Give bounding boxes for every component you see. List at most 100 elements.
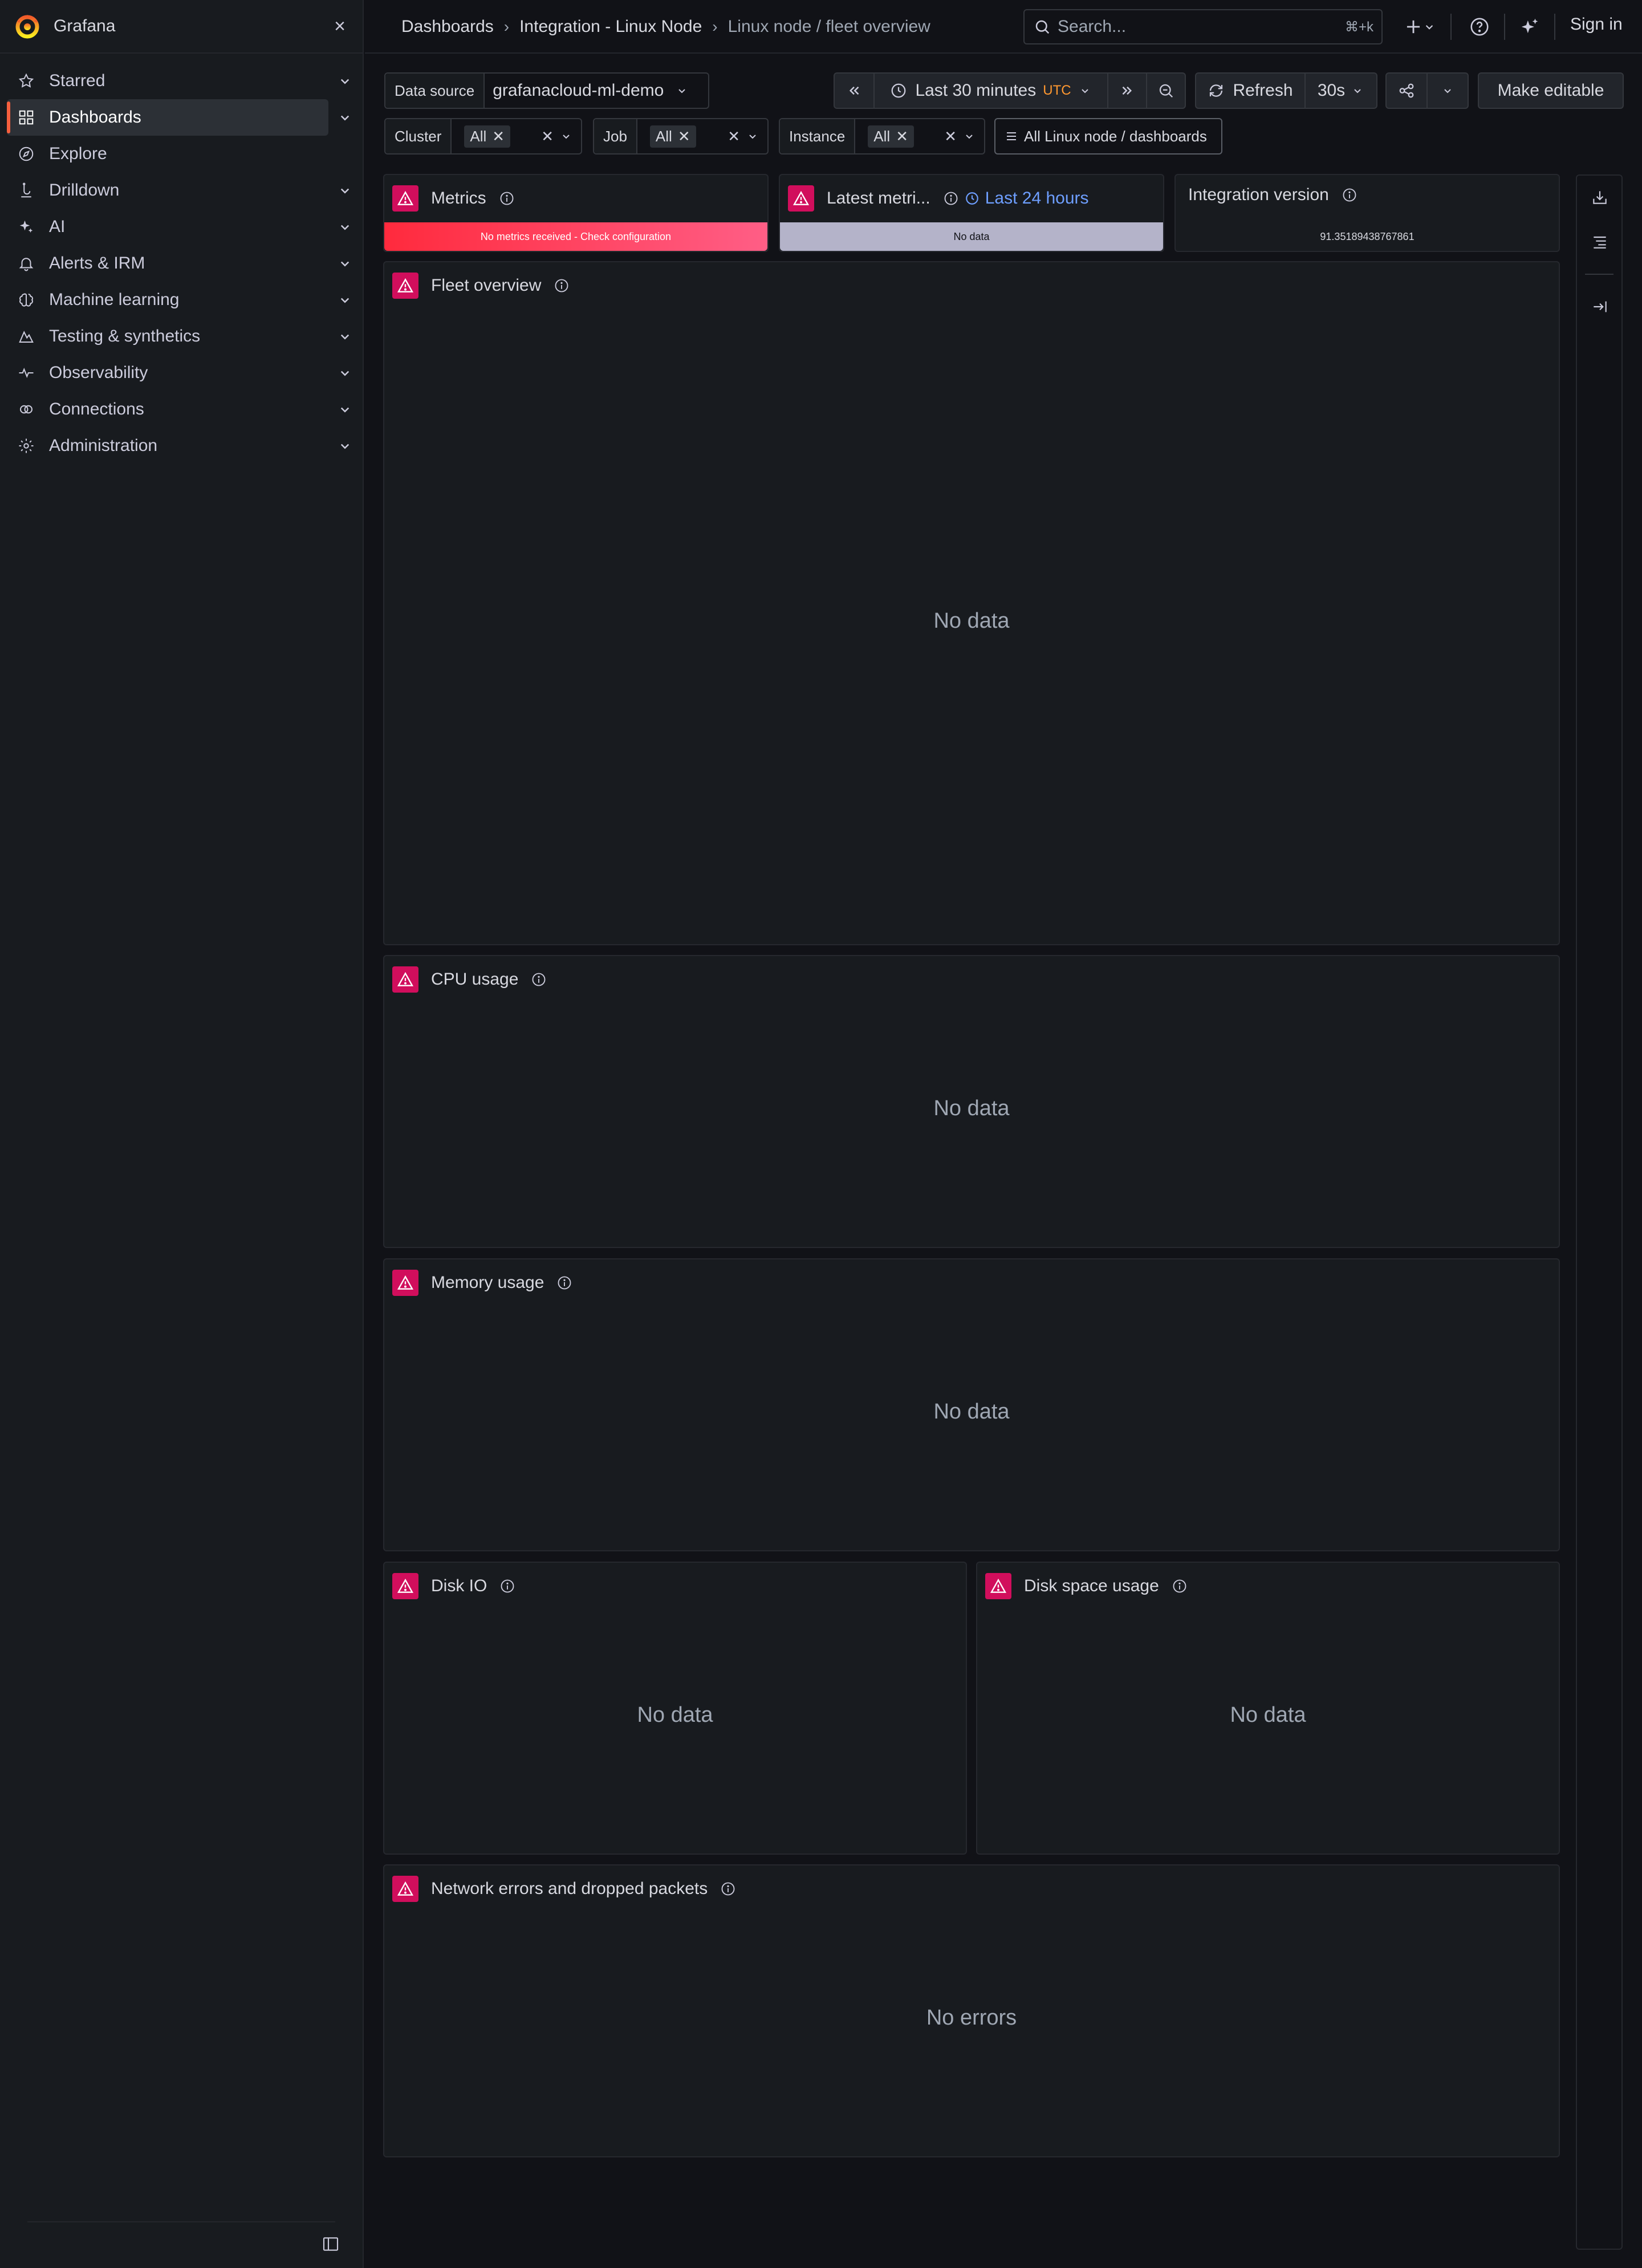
- panel-integration-version[interactable]: Integration version 91.35189438767861: [1174, 174, 1560, 252]
- share-button[interactable]: [1387, 74, 1428, 108]
- dashboard-links-dropdown[interactable]: All Linux node / dashboards: [994, 118, 1222, 155]
- nav-item-starred[interactable]: Starred: [0, 63, 364, 99]
- datasource-value[interactable]: grafanacloud-ml-demo: [485, 81, 672, 100]
- refresh-button[interactable]: Refresh: [1196, 74, 1306, 108]
- dock-menu-icon[interactable]: [322, 2235, 340, 2253]
- chevron-down-icon[interactable]: [336, 109, 353, 126]
- remove-chip-icon[interactable]: ✕: [678, 128, 690, 145]
- panel-disk-space-usage[interactable]: Disk space usage No data: [976, 1562, 1560, 1855]
- refresh-interval-picker[interactable]: 30s: [1306, 74, 1376, 108]
- nav-item-drilldown[interactable]: Drilldown: [0, 172, 364, 209]
- panel-error-icon[interactable]: [392, 966, 418, 993]
- assistant-sparkle-icon[interactable]: [1519, 16, 1541, 38]
- panel-latest-metrics[interactable]: Latest metri... Last 24 hours No data: [779, 174, 1164, 252]
- variable-label: Job: [594, 119, 637, 153]
- nav-label: Alerts & IRM: [49, 254, 145, 273]
- panel-error-icon[interactable]: [392, 273, 418, 299]
- chevron-down-icon[interactable]: [1422, 16, 1437, 38]
- time-range-button[interactable]: Last 30 minutes UTC: [875, 74, 1108, 108]
- chevron-down-icon[interactable]: [336, 401, 353, 418]
- metrics-status-bar: No metrics received - Check configuratio…: [384, 222, 767, 251]
- chevron-down-icon[interactable]: [962, 129, 976, 143]
- chevron-down-icon[interactable]: [336, 328, 353, 345]
- share-group: [1385, 72, 1469, 109]
- clear-icon[interactable]: ✕: [541, 128, 554, 145]
- panel-error-icon[interactable]: [392, 185, 418, 212]
- share-menu-button[interactable]: [1428, 74, 1468, 108]
- panel-error-icon[interactable]: [392, 1573, 418, 1599]
- info-circle-icon[interactable]: [554, 278, 570, 294]
- remove-chip-icon[interactable]: ✕: [896, 128, 908, 145]
- help-icon[interactable]: [1469, 16, 1490, 38]
- chevron-down-icon[interactable]: [336, 437, 353, 454]
- info-circle-icon[interactable]: [499, 190, 515, 206]
- chevron-down-icon[interactable]: [746, 129, 759, 143]
- chevron-down-icon[interactable]: [336, 364, 353, 381]
- info-circle-icon[interactable]: [720, 1881, 736, 1897]
- panel-header: CPU usage: [392, 966, 547, 993]
- panel-error-icon[interactable]: [788, 185, 814, 212]
- chevron-down-icon[interactable]: [675, 84, 689, 97]
- chevron-down-icon: [1354, 89, 1361, 94]
- variable-chip[interactable]: All ✕: [464, 125, 511, 148]
- zoom-out-button[interactable]: [1147, 74, 1185, 108]
- nav-item-observability[interactable]: Observability: [0, 355, 364, 391]
- info-circle-icon[interactable]: [556, 1275, 572, 1291]
- variable-instance[interactable]: Instance All ✕ ✕: [779, 118, 985, 155]
- panel-network-errors[interactable]: Network errors and dropped packets No er…: [383, 1864, 1560, 2157]
- nav-item-ml[interactable]: Machine learning: [0, 282, 364, 318]
- outline-list-icon[interactable]: [1591, 233, 1609, 251]
- search-input[interactable]: [1058, 17, 1308, 36]
- nav-item-dashboards[interactable]: Dashboards: [7, 99, 349, 136]
- remove-chip-icon[interactable]: ✕: [492, 128, 505, 145]
- info-circle-icon[interactable]: [1172, 1578, 1188, 1594]
- integration-value-bar: 91.35189438767861: [1176, 222, 1559, 251]
- chevron-down-icon[interactable]: [336, 72, 353, 90]
- datasource-picker[interactable]: Data source grafanacloud-ml-demo: [384, 72, 709, 109]
- nav-item-explore[interactable]: Explore: [0, 136, 364, 172]
- variable-chip[interactable]: All ✕: [868, 125, 914, 148]
- panel-fleet-overview[interactable]: Fleet overview No data: [383, 261, 1560, 945]
- info-circle-icon[interactable]: [1342, 187, 1358, 203]
- dock-right-icon[interactable]: [1591, 298, 1609, 316]
- clear-icon[interactable]: ✕: [727, 128, 740, 145]
- panel-disk-io[interactable]: Disk IO No data: [383, 1562, 967, 1855]
- chevron-down-icon[interactable]: [559, 129, 573, 143]
- nav-item-testing[interactable]: Testing & synthetics: [0, 318, 364, 355]
- clear-icon[interactable]: ✕: [944, 128, 957, 145]
- sign-in-link[interactable]: Sign in: [1570, 15, 1623, 34]
- no-data-message: No data: [933, 1400, 1010, 1424]
- nav-item-alerts[interactable]: Alerts & IRM: [0, 245, 364, 282]
- cog-icon: [16, 436, 36, 456]
- panel-metrics[interactable]: Metrics No metrics received - Check conf…: [383, 174, 769, 252]
- breadcrumb-folder[interactable]: Integration - Linux Node: [519, 17, 702, 36]
- chevron-down-icon[interactable]: [336, 218, 353, 235]
- nav-item-ai[interactable]: AI: [0, 209, 364, 245]
- panel-error-icon[interactable]: [392, 1270, 418, 1296]
- variable-job[interactable]: Job All ✕ ✕: [593, 118, 769, 155]
- info-circle-icon[interactable]: [531, 972, 547, 987]
- nav-item-administration[interactable]: Administration: [0, 428, 364, 464]
- info-circle-icon[interactable]: [499, 1578, 515, 1594]
- search-box[interactable]: ⌘+k: [1023, 9, 1383, 44]
- info-circle-icon[interactable]: [943, 190, 959, 206]
- panel-error-icon[interactable]: [985, 1573, 1011, 1599]
- variable-chip[interactable]: All ✕: [649, 125, 696, 148]
- share-alt-icon: [1399, 83, 1414, 98]
- panel-cpu-usage[interactable]: CPU usage No data: [383, 955, 1560, 1248]
- nav-item-connections[interactable]: Connections: [0, 391, 364, 428]
- chevron-down-icon[interactable]: [336, 255, 353, 272]
- make-editable-button[interactable]: Make editable: [1478, 72, 1624, 109]
- variable-cluster[interactable]: Cluster All ✕ ✕: [384, 118, 582, 155]
- breadcrumb-dashboards[interactable]: Dashboards: [401, 17, 494, 36]
- grafana-logo-icon[interactable]: [14, 13, 41, 40]
- time-shift-forward-button[interactable]: [1108, 74, 1147, 108]
- panel-error-icon[interactable]: [392, 1876, 418, 1902]
- download-icon[interactable]: [1591, 188, 1609, 206]
- panel-memory-usage[interactable]: Memory usage No data: [383, 1258, 1560, 1551]
- plus-icon[interactable]: [1403, 16, 1424, 38]
- time-shift-back-button[interactable]: [835, 74, 875, 108]
- chevron-down-icon[interactable]: [336, 291, 353, 308]
- close-menu-icon[interactable]: ×: [330, 16, 350, 36]
- chevron-down-icon[interactable]: [336, 182, 353, 199]
